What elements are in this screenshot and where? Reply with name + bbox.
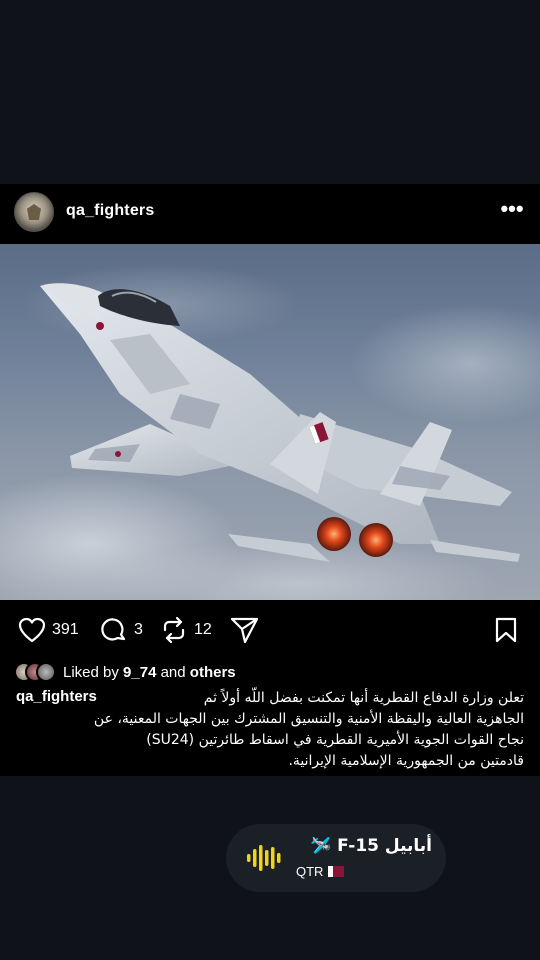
- liked-by-text: Liked by 9_74 and others: [63, 664, 236, 681]
- more-options-icon[interactable]: •••: [498, 198, 526, 222]
- liker-avatar: [36, 662, 56, 682]
- comment-count: 3: [134, 621, 143, 638]
- comment-button[interactable]: 3: [100, 616, 143, 644]
- repost-button[interactable]: 12: [160, 616, 212, 644]
- liked-by-prefix: Liked by: [63, 663, 124, 681]
- post-image[interactable]: [0, 244, 540, 600]
- post-actions: 391 3 12: [0, 608, 540, 652]
- post-card: qa_fighters ••• 391 3 12 Liked by 9_74 a…: [0, 184, 540, 776]
- liked-by-and: and: [156, 663, 190, 681]
- audio-wave-icon: [247, 845, 281, 871]
- avatar[interactable]: [14, 192, 54, 232]
- qatar-flag-icon: [328, 866, 345, 877]
- send-icon: [230, 617, 259, 644]
- track-title: أبابيل F-15 🛩️: [310, 836, 432, 856]
- like-button[interactable]: 391: [18, 616, 79, 644]
- like-count: 391: [52, 621, 79, 638]
- liked-by-others[interactable]: others: [190, 664, 236, 681]
- track-artist-row: QTR: [296, 864, 345, 879]
- repost-count: 12: [194, 621, 212, 638]
- fighter-jet-photo: [0, 264, 540, 600]
- music-sticker[interactable]: أبابيل F-15 🛩️ QTR: [226, 824, 446, 892]
- track-artist: QTR: [296, 864, 324, 879]
- heart-icon: [18, 617, 46, 643]
- post-username[interactable]: qa_fighters: [66, 202, 154, 220]
- liked-by-row[interactable]: Liked by 9_74 and others: [14, 660, 236, 684]
- post-caption: تعلن وزارة الدفاع القطرية أنها تمكنت بفض…: [93, 690, 524, 769]
- bookmark-icon: [495, 617, 517, 643]
- comment-icon: [101, 618, 126, 641]
- post-header: qa_fighters •••: [0, 184, 540, 242]
- liked-by-user[interactable]: 9_74: [123, 664, 156, 681]
- share-button[interactable]: [230, 616, 260, 644]
- save-button[interactable]: [494, 616, 518, 644]
- repost-icon: [163, 616, 185, 644]
